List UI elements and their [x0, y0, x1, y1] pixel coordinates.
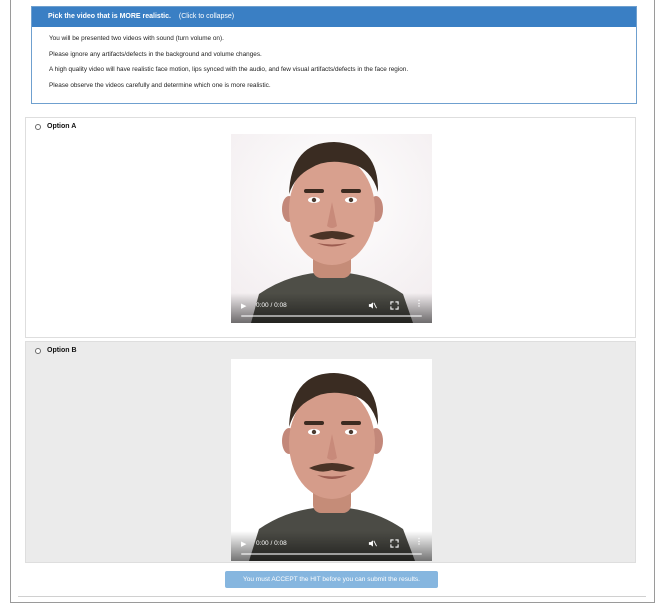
fullscreen-icon[interactable] [390, 301, 399, 310]
option-b-time: 0:00 / 0:08 [256, 540, 287, 547]
instructions-title: Pick the video that is MORE realistic. [48, 13, 171, 20]
option-b-controls: ▶ 0:00 / 0:08 ⋮ [231, 531, 432, 561]
option-a-label[interactable]: Option A [47, 123, 76, 130]
mute-icon[interactable] [368, 539, 377, 548]
more-options-icon[interactable]: ⋮ [415, 538, 423, 546]
option-b-row[interactable]: Option B [35, 347, 77, 354]
option-a-row[interactable]: Option A [35, 123, 76, 130]
mute-icon[interactable] [368, 301, 377, 310]
option-b-progress-track[interactable] [241, 553, 422, 555]
option-b-video[interactable]: ▶ 0:00 / 0:08 ⋮ [231, 359, 432, 561]
instructions-header[interactable]: Pick the video that is MORE realistic. (… [32, 7, 636, 27]
collapse-hint[interactable]: (Click to collapse) [179, 13, 234, 20]
option-b-panel[interactable]: Option B ▶ 0:00 / 0:08 ⋮ [25, 341, 636, 563]
option-a-panel[interactable]: Option A ▶ 0:00 / 0:08 ⋮ [25, 117, 636, 338]
option-a-radio[interactable] [35, 123, 41, 130]
instructions-panel: Pick the video that is MORE realistic. (… [31, 6, 637, 104]
instructions-body: You will be presented two videos with so… [32, 27, 636, 89]
play-icon[interactable]: ▶ [241, 302, 246, 310]
more-options-icon[interactable]: ⋮ [415, 300, 423, 308]
instruction-line: Please ignore any artifacts/defects in t… [49, 50, 262, 58]
option-a-controls: ▶ 0:00 / 0:08 ⋮ [231, 293, 432, 323]
option-b-label[interactable]: Option B [47, 347, 77, 354]
option-b-radio[interactable] [35, 347, 41, 354]
option-a-time: 0:00 / 0:08 [256, 302, 287, 309]
option-a-video[interactable]: ▶ 0:00 / 0:08 ⋮ [231, 134, 432, 323]
instruction-line: You will be presented two videos with so… [49, 35, 224, 42]
instruction-line: A high quality video will have realistic… [49, 66, 409, 73]
fullscreen-icon[interactable] [390, 539, 399, 548]
submit-button[interactable]: You must ACCEPT the HIT before you can s… [225, 571, 438, 588]
play-icon[interactable]: ▶ [241, 540, 246, 548]
instruction-line: Please observe the videos carefully and … [49, 81, 271, 89]
option-a-progress-track[interactable] [241, 315, 422, 317]
bottom-divider [18, 596, 646, 597]
